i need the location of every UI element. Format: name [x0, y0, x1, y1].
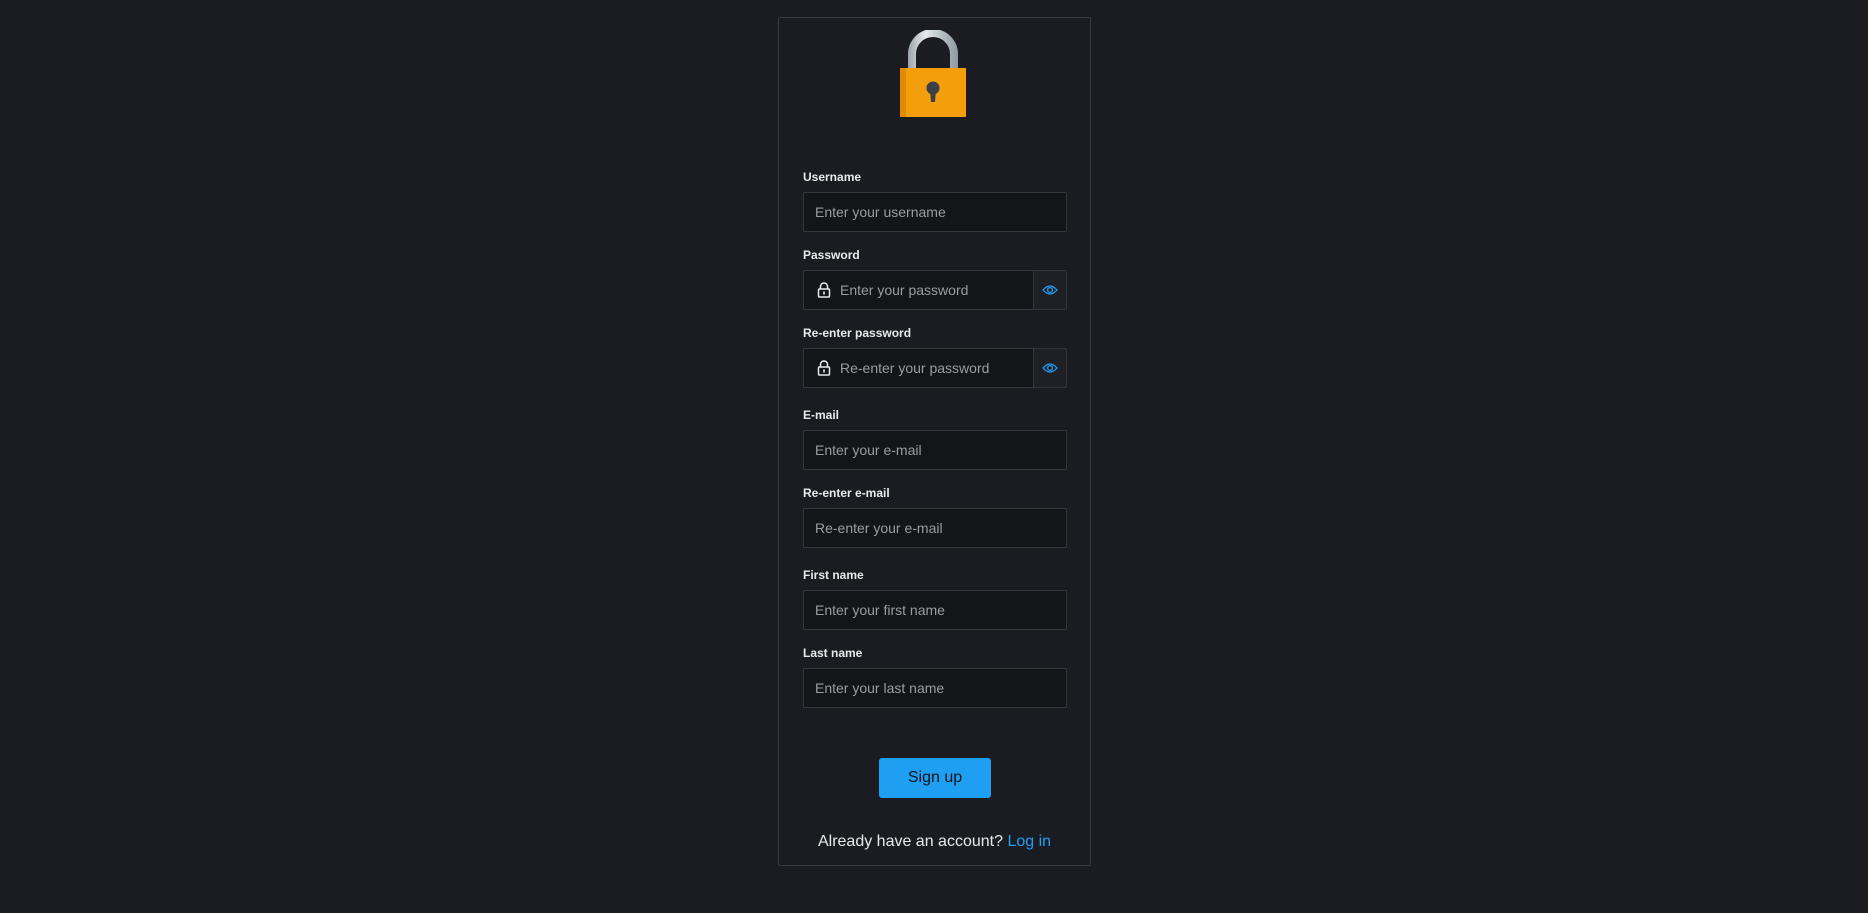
password-input-wrapper: [803, 270, 1067, 310]
email-field-group: E-mail: [803, 408, 1067, 470]
username-field-group: Username: [803, 170, 1067, 232]
eye-icon: [1042, 285, 1058, 295]
login-prompt-text: Already have an account?: [817, 833, 1003, 850]
password-confirm-label: Re-enter password: [803, 326, 912, 340]
email-confirm-input-wrapper: [803, 508, 1067, 548]
password-input[interactable]: [832, 271, 1033, 309]
last-name-field-group: Last name: [803, 646, 1067, 708]
last-name-label: Last name: [803, 646, 863, 660]
first-name-field-group: First name: [803, 568, 1067, 630]
signup-card: Username Password R: [778, 17, 1091, 866]
signup-button[interactable]: Sign up: [879, 758, 991, 798]
email-confirm-field-group: Re-enter e-mail: [803, 486, 1067, 548]
eye-icon: [1042, 363, 1058, 373]
padlock-icon: [900, 30, 966, 117]
first-name-input-wrapper: [803, 590, 1067, 630]
first-name-input[interactable]: [804, 591, 1066, 629]
password-confirm-input-wrapper: [803, 348, 1067, 388]
login-link[interactable]: Log in: [1007, 833, 1051, 850]
email-input-wrapper: [803, 430, 1067, 470]
last-name-input-wrapper: [803, 668, 1067, 708]
lock-icon: [816, 360, 832, 376]
first-name-label: First name: [803, 568, 864, 582]
username-input-wrapper: [803, 192, 1067, 232]
password-label: Password: [803, 248, 860, 262]
password-visibility-toggle[interactable]: [1033, 271, 1066, 309]
password-field-group: Password: [803, 248, 1067, 310]
username-label: Username: [803, 170, 862, 184]
password-confirm-input[interactable]: [832, 349, 1033, 387]
email-label: E-mail: [803, 408, 840, 422]
login-prompt: Already have an account? Log in: [779, 833, 1090, 851]
email-input[interactable]: [804, 431, 1066, 469]
password-confirm-visibility-toggle[interactable]: [1033, 349, 1066, 387]
last-name-input[interactable]: [804, 669, 1066, 707]
email-confirm-input[interactable]: [804, 509, 1066, 547]
password-confirm-field-group: Re-enter password: [803, 326, 1067, 388]
lock-icon: [816, 282, 832, 298]
email-confirm-label: Re-enter e-mail: [803, 486, 890, 500]
username-input[interactable]: [804, 193, 1066, 231]
